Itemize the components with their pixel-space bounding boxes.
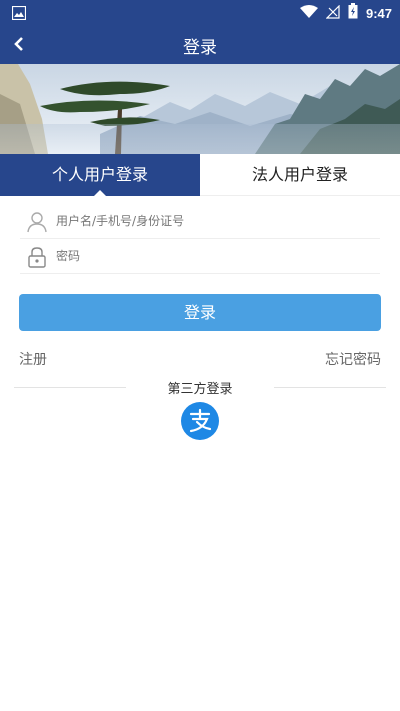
password-input[interactable] xyxy=(56,244,376,268)
app-bar: 登录 xyxy=(0,24,400,64)
username-field xyxy=(20,205,380,239)
wifi-icon xyxy=(299,4,318,23)
tab-label: 法人用户登录 xyxy=(251,165,348,184)
active-tab-indicator xyxy=(94,190,106,196)
status-bar: 9:47 xyxy=(0,0,400,24)
lock-icon xyxy=(26,246,48,268)
battery-icon xyxy=(348,3,358,23)
third-party-login-label: 第三方登录 xyxy=(167,382,233,397)
landscape-image xyxy=(0,64,400,154)
tab-label: 个人用户登录 xyxy=(51,165,148,184)
image-icon xyxy=(11,5,27,24)
register-link[interactable]: 注册 xyxy=(19,349,47,369)
password-field xyxy=(20,240,380,274)
page-title: 登录 xyxy=(183,38,217,58)
signal-icon xyxy=(325,4,340,23)
username-input[interactable] xyxy=(56,209,376,233)
forgot-password-link[interactable]: 忘记密码 xyxy=(325,349,381,369)
tab-corporate-login[interactable]: 法人用户登录 xyxy=(200,154,400,196)
login-button[interactable]: 登录 xyxy=(19,294,381,331)
login-type-tabs: 个人用户登录 法人用户登录 xyxy=(0,154,400,196)
clock: 9:47 xyxy=(365,5,392,21)
alipay-icon xyxy=(189,408,212,433)
tab-personal-login[interactable]: 个人用户登录 xyxy=(0,154,200,196)
user-icon xyxy=(26,211,48,233)
alipay-login-button[interactable] xyxy=(181,402,219,440)
